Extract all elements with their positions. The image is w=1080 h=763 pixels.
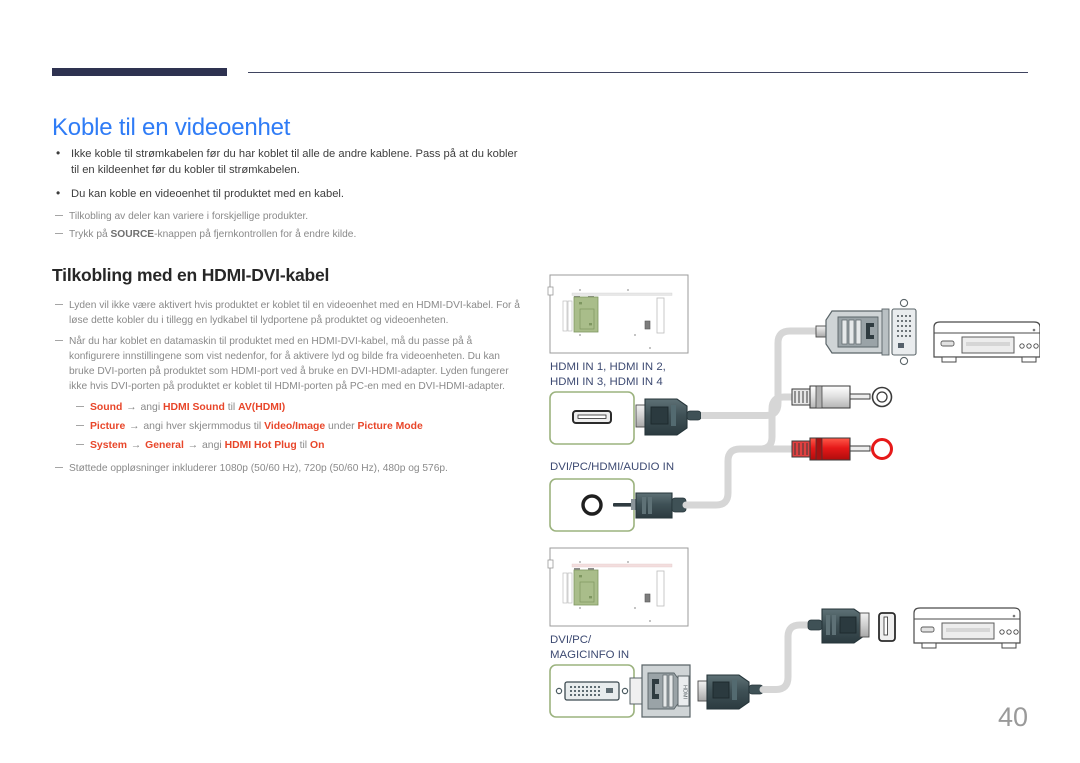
hdmi-plug-bottom-left (697, 674, 764, 710)
setting-term: Picture (90, 420, 126, 432)
setting-term: General (145, 439, 184, 451)
setting-term: Picture Mode (357, 420, 423, 432)
hdmi-cable-bottom (759, 621, 818, 693)
dvi-hdmi-adapter-bottom: HDMI (629, 664, 691, 718)
setting-text: til (224, 401, 239, 413)
note-text-post: -knappen på fjernkontrollen for å endre … (154, 228, 357, 240)
setting-text: angi (202, 439, 225, 451)
label-audio-in: DVI/PC/HDMI/AUDIO IN (550, 461, 674, 473)
setting-term: On (310, 439, 325, 451)
hdmi-port-icon (572, 410, 612, 424)
setting-term: AV(HDMI) (238, 401, 286, 413)
label-dvi-pc-line1: DVI/PC/ (550, 634, 592, 646)
rca-white-connector (791, 385, 893, 409)
setting-text: under (325, 420, 358, 432)
section-title: Tilkobling med en HDMI-DVI-kabel (52, 264, 330, 285)
note-text-bold: SOURCE (110, 228, 155, 240)
video-device-bottom (913, 607, 1021, 649)
bullet-item: Ikke koble til strømkabelen før du har k… (52, 145, 522, 179)
audio-cable-main (682, 445, 764, 509)
svg-text:HDMI: HDMI (682, 685, 688, 700)
dvi-port-box (549, 664, 635, 718)
setting-text: → (126, 420, 143, 432)
setting-text: → (184, 439, 202, 451)
page-number: 40 (997, 702, 1028, 732)
setting-term: Sound (90, 401, 123, 413)
hdmi-socket-icon-bottom (878, 612, 896, 642)
hdmi-plug-connector (635, 398, 719, 436)
dvi-hdmi-adapter (815, 298, 917, 366)
dvi-port-icon (555, 681, 629, 701)
setting-text: → (127, 439, 145, 451)
closing-note: Støttede oppløsninger inkluderer 1080p (… (52, 461, 522, 476)
note-item: Trykk på SOURCE-knappen på fjernkontroll… (52, 227, 522, 242)
setting-path-row: Sound → angi HDMI Sound til AV(HDMI) (73, 400, 522, 415)
intro-bullet-list: Ikke koble til strømkabelen før du har k… (52, 145, 522, 202)
page-title: Koble til en videoenhet (52, 114, 291, 142)
header-thin-line (248, 72, 1028, 73)
content-column: Ikke koble til strømkabelen før du har k… (52, 145, 522, 479)
header-rule (52, 68, 1028, 76)
note-text: Tilkobling av deler kan variere i forskj… (69, 210, 309, 222)
header-accent-bar (52, 68, 227, 76)
rca-red-connector (791, 437, 893, 461)
connection-diagram: HDMI IN 1, HDMI IN 2, HDMI IN 3, HDMI IN… (530, 265, 1040, 735)
setting-text: → (123, 401, 140, 413)
note-item: Tilkobling av deler kan variere i forskj… (52, 209, 522, 224)
label-hdmi-in-line2: HDMI IN 3, HDMI IN 4 (550, 376, 663, 388)
label-dvi-pc-line2: MAGICINFO IN (550, 649, 629, 661)
bullet-item: Du kan koble en videoenhet til produktet… (52, 185, 522, 202)
video-device-top (933, 321, 1040, 363)
display-rear-panel-bottom (547, 547, 689, 627)
label-hdmi-in-line1: HDMI IN 1, HDMI IN 2, (550, 361, 666, 373)
setting-path-row: Picture → angi hver skjermmodus til Vide… (73, 419, 522, 434)
body-note: Når du har koblet en datamaskin til prod… (52, 334, 522, 394)
note-text-pre: Trykk på (69, 228, 111, 240)
setting-term: System (90, 439, 127, 451)
setting-term: HDMI Sound (163, 401, 225, 413)
setting-text: angi hver skjermmodus til (143, 420, 265, 432)
setting-term: Video/Image (264, 420, 326, 432)
hdmi-plug-bottom-right (807, 608, 870, 644)
display-rear-panel-top (547, 274, 689, 354)
hdmi-port-box (549, 391, 635, 445)
audio-jack-icon (581, 494, 603, 516)
setting-path-row: System → General → angi HDMI Hot Plug ti… (73, 438, 522, 453)
setting-term: HDMI Hot Plug (224, 439, 297, 451)
body-note: Lyden vil ikke være aktivert hvis produk… (52, 298, 522, 328)
setting-text: angi (140, 401, 164, 413)
setting-text: til (296, 439, 310, 451)
